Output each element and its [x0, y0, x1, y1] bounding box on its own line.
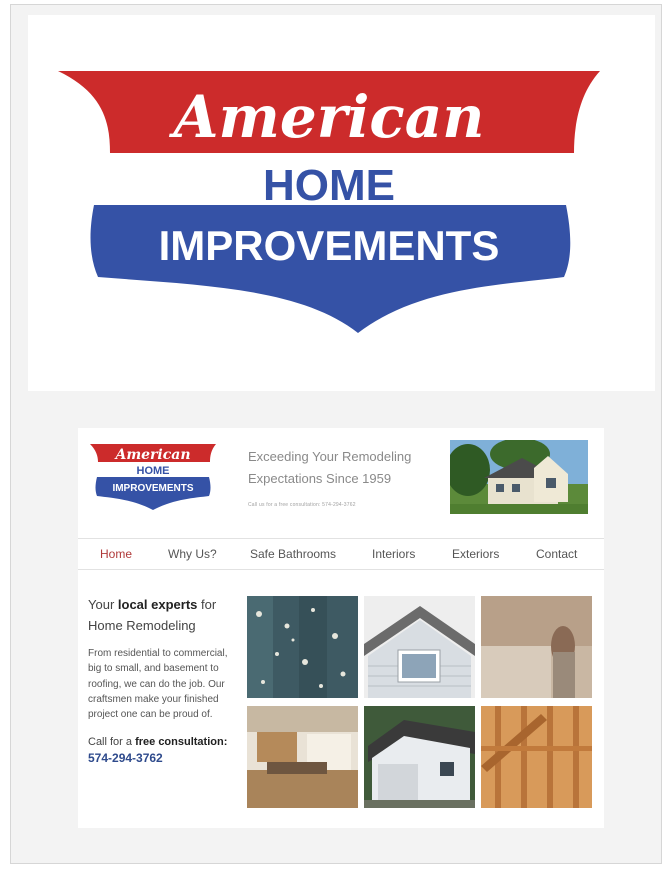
site-header: American HOME IMPROVEMENTS Exceeding You… [78, 428, 604, 538]
consultation-call: Call for a free consultation: 574-294-37… [88, 736, 228, 766]
website-preview: American HOME IMPROVEMENTS Exceeding You… [78, 428, 604, 828]
intro-column: Your local experts for Home Remodeling F… [88, 594, 238, 767]
logo-graphic: American HOME IMPROVEMENTS [58, 71, 600, 333]
tile-garage[interactable] [364, 706, 475, 808]
logo-home-word: HOME [263, 161, 395, 210]
tile-wall-repair[interactable] [481, 596, 592, 698]
header-house-photo [450, 440, 588, 514]
svg-text:American: American [113, 447, 190, 463]
intro-body: From residential to commercial, big to s… [88, 648, 228, 721]
tile-kitchen[interactable] [247, 706, 358, 808]
nav-exteriors[interactable]: Exteriors [452, 539, 499, 569]
site-nav: Home Why Us? Safe Bathrooms Interiors Ex… [78, 538, 604, 570]
nav-home[interactable]: Home [100, 539, 132, 569]
header-call-text: Call us for a free consultation: 574-294… [248, 502, 356, 508]
site-logo[interactable]: American HOME IMPROVEMENTS [88, 438, 218, 512]
logo-script-word: American [169, 83, 485, 151]
tile-wood-framing[interactable] [481, 706, 592, 808]
svg-text:IMPROVEMENTS: IMPROVEMENTS [112, 483, 193, 494]
nav-safe-bathrooms[interactable]: Safe Bathrooms [250, 539, 336, 569]
tile-mold-wall[interactable] [247, 596, 358, 698]
svg-text:HOME: HOME [137, 465, 170, 477]
tile-house-gable[interactable] [364, 596, 475, 698]
nav-why-us[interactable]: Why Us? [168, 539, 217, 569]
logo-improvements-word: IMPROVEMENTS [159, 222, 500, 269]
tagline-line-1: Exceeding Your Remodeling [248, 449, 412, 464]
tagline-line-2: Expectations Since 1959 [248, 471, 392, 486]
intro-heading: Your local experts for Home Remodeling [88, 597, 217, 633]
company-logo: American HOME IMPROVEMENTS [28, 15, 655, 391]
nav-contact[interactable]: Contact [536, 539, 577, 569]
site-tagline: Exceeding Your Remodeling Expectations S… [248, 446, 438, 490]
phone-number[interactable]: 574-294-3762 [88, 751, 163, 765]
nav-interiors[interactable]: Interiors [372, 539, 415, 569]
